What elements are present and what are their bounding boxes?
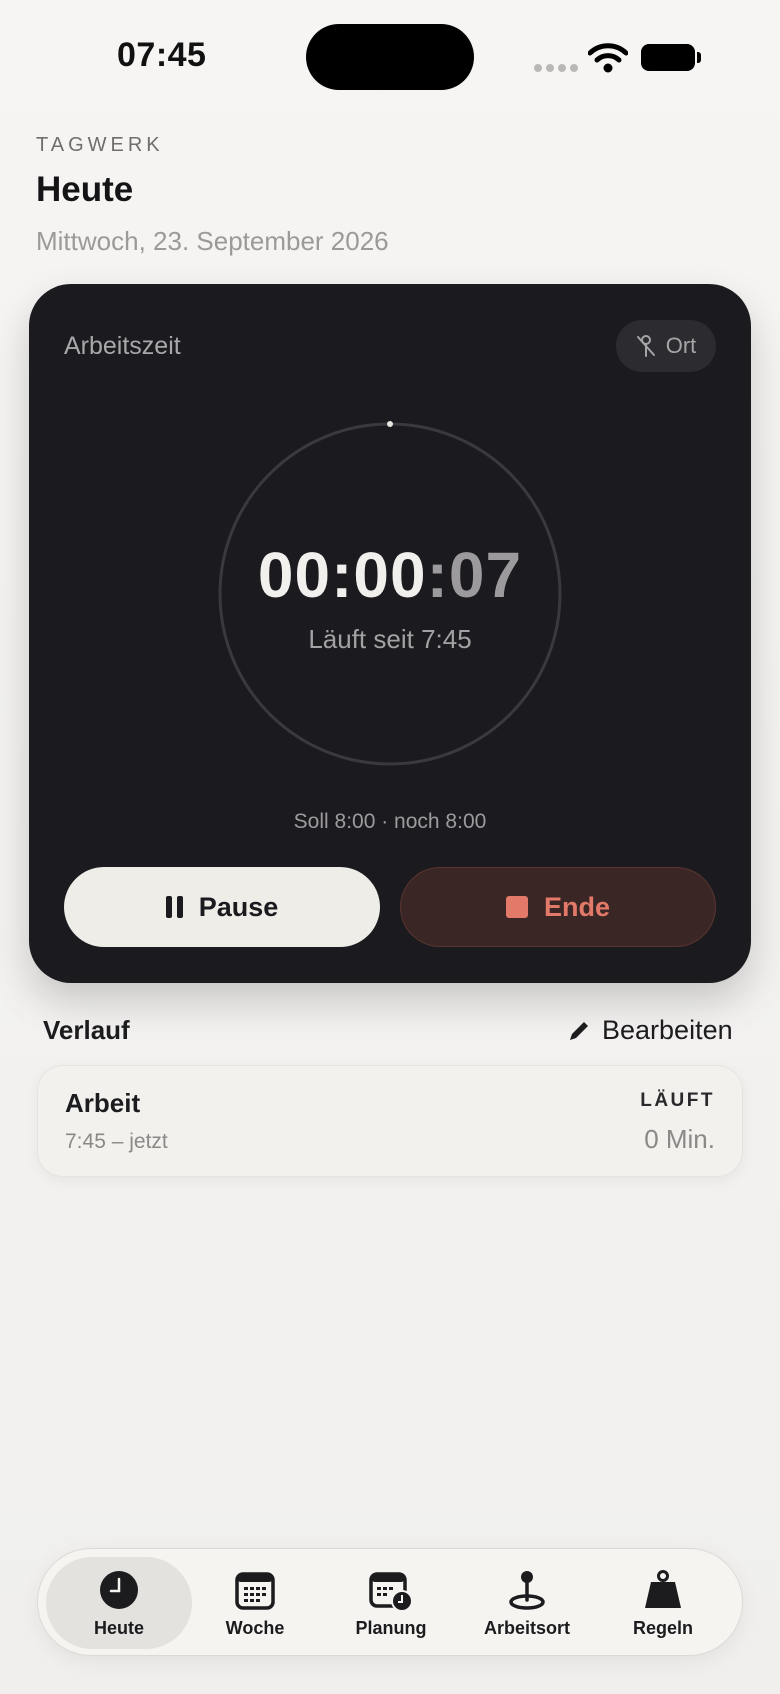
- elapsed-time: 00:00:07: [29, 538, 751, 612]
- calendar-icon: [235, 1571, 275, 1610]
- target-remaining: Soll 8:00 · noch 8:00: [293, 810, 487, 833]
- page-date: Mittwoch, 23. September 2026: [36, 226, 389, 256]
- entry-duration: 0 Min.: [644, 1124, 715, 1154]
- battery-icon: [641, 44, 701, 71]
- edit-button-label: Bearbeiten: [602, 1015, 733, 1045]
- status-time: 07:45: [117, 36, 207, 74]
- dynamic-island: [306, 24, 474, 90]
- tab-arbeitsort[interactable]: Arbeitsort: [454, 1557, 600, 1649]
- entry-type: Arbeit: [65, 1088, 141, 1118]
- location-off-icon: [636, 335, 655, 357]
- end-button[interactable]: Ende: [400, 867, 716, 947]
- history-title: Verlauf: [43, 1015, 130, 1045]
- pause-button[interactable]: Pause: [64, 867, 380, 947]
- edit-button[interactable]: Bearbeiten: [566, 1015, 733, 1046]
- tab-label: Woche: [225, 1617, 285, 1638]
- elapsed-seconds: :07: [426, 539, 523, 611]
- tab-label: Arbeitsort: [483, 1617, 570, 1638]
- pause-button-label: Pause: [198, 891, 279, 922]
- tab-heute[interactable]: Heute: [46, 1557, 192, 1649]
- location-pin-icon: [509, 1570, 545, 1610]
- tab-regeln[interactable]: Regeln: [590, 1557, 736, 1649]
- today-screen: 07:45 TAGWERK Heute Mittwoch, 23. Septem…: [0, 0, 780, 1694]
- cellular-signal-icon: [534, 64, 578, 72]
- running-since: Läuft seit 7:45: [308, 624, 472, 654]
- stop-icon: [505, 896, 528, 918]
- card-label: Arbeitszeit: [64, 332, 181, 360]
- tab-planung[interactable]: Planung: [318, 1557, 464, 1649]
- location-chip[interactable]: Ort: [616, 320, 716, 372]
- pause-icon: [165, 896, 183, 918]
- page-title: Heute: [36, 170, 134, 209]
- entry-time-range: 7:45 – jetzt: [65, 1130, 168, 1153]
- tab-label: Heute: [93, 1617, 144, 1638]
- tab-woche[interactable]: Woche: [182, 1557, 328, 1649]
- weight-icon: [645, 1569, 681, 1608]
- list-item[interactable]: Arbeit 7:45 – jetzt LÄUFT 0 Min.: [37, 1065, 743, 1177]
- calendar-clock-icon: [369, 1571, 413, 1612]
- end-button-label: Ende: [543, 891, 610, 922]
- progress-ring-head: [387, 421, 393, 427]
- timer-card: Arbeitszeit Ort 00:00:07 Läuft seit 7:45…: [29, 284, 751, 983]
- wifi-icon: [588, 43, 628, 73]
- tab-label: Regeln: [632, 1617, 693, 1638]
- entry-status-badge: LÄUFT: [640, 1090, 715, 1111]
- clock-icon: [100, 1570, 138, 1609]
- pencil-icon: [570, 1021, 588, 1040]
- tab-bar: Heute Woche Planung Arbeitsort Regeln: [37, 1548, 743, 1656]
- app-name: TAGWERK: [36, 134, 164, 156]
- location-chip-label: Ort: [665, 333, 697, 358]
- tab-label: Planung: [355, 1617, 427, 1638]
- elapsed-hours-minutes: 00:00: [257, 539, 427, 611]
